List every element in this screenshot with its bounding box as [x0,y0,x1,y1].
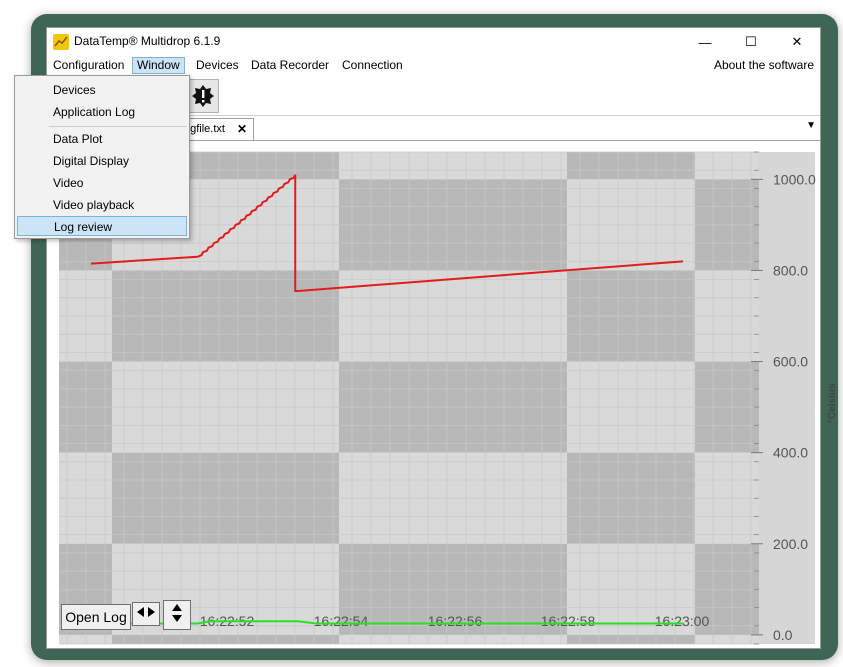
horizontal-arrows-icon [137,607,155,617]
window-menu-video[interactable]: Video [17,173,187,193]
plot-band [112,634,339,644]
plot-band [567,152,695,180]
y-tick-label: 0.0 [773,627,793,643]
window-menu-devices[interactable]: Devices [17,80,187,100]
x-tick-label: 16:23:00 [655,613,710,629]
window-menu-digital-display[interactable]: Digital Display [17,151,187,171]
window-menu-dropdown: Devices Application Log Data Plot Digita… [14,75,190,239]
x-tick-label: 16:22:56 [428,613,483,629]
plot-band [567,634,695,644]
y-tick-label: 200.0 [773,536,808,552]
window-menu-application-log[interactable]: Application Log [17,102,187,122]
plot-band [339,152,567,180]
window-menu-video-playback[interactable]: Video playback [17,195,187,215]
y-tick-label: 800.0 [773,262,808,278]
y-tick-label: 600.0 [773,354,808,370]
horizontal-arrows-button[interactable] [132,602,160,626]
x-tick-label: 16:22:54 [314,613,369,629]
vertical-arrows-icon [172,604,182,622]
window-menu-data-plot[interactable]: Data Plot [17,129,187,149]
window-menu-log-review[interactable]: Log review [17,216,187,236]
plot-band [695,634,759,644]
y-tick-label: 1000.0 [773,171,816,187]
plot-band [695,152,759,180]
vertical-arrows-button[interactable] [163,600,191,630]
open-log-button[interactable]: Open Log [61,604,131,630]
x-tick-label: 16:22:58 [541,613,596,629]
y-tick-label: 400.0 [773,445,808,461]
y-axis-label: °Celsius [827,383,838,423]
app-window: DataTemp® Multidrop 6.1.9 — ☐ ✕ Configur… [14,27,838,649]
plot-band [339,634,567,644]
menu-separator [49,126,187,127]
